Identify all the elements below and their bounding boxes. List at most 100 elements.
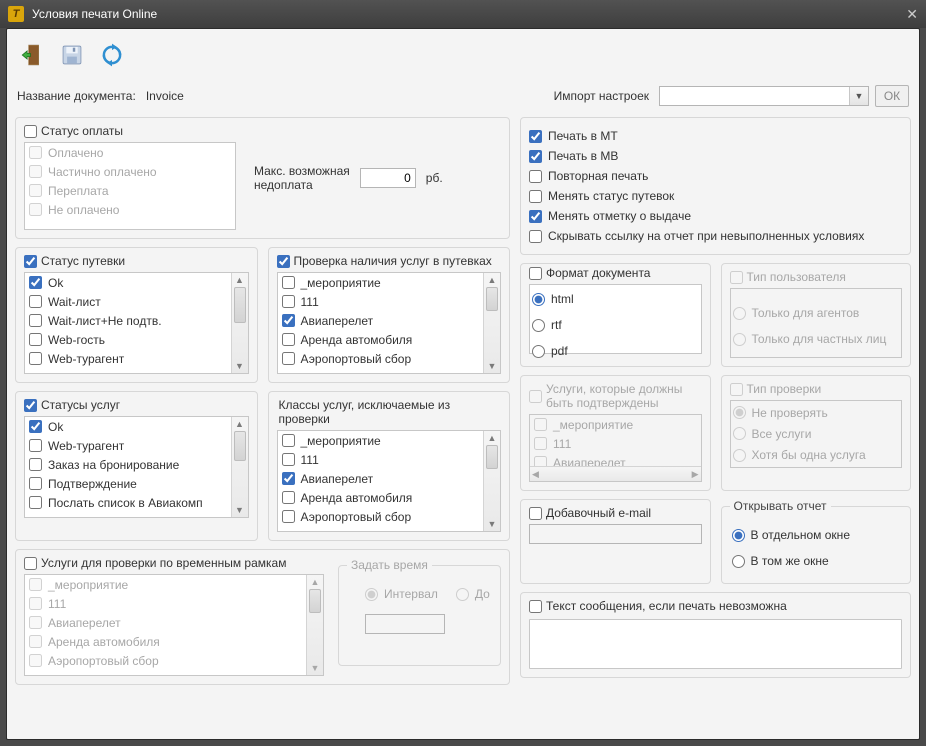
save-button[interactable] bbox=[57, 40, 87, 70]
list-item[interactable]: Web-турагент bbox=[25, 436, 231, 455]
scrollbar[interactable]: ▲ ▼ bbox=[231, 417, 248, 517]
service-check-toggle[interactable] bbox=[277, 255, 290, 268]
flag-checkbox[interactable] bbox=[529, 210, 542, 223]
voucher-status-toggle[interactable] bbox=[24, 255, 37, 268]
list-item-checkbox[interactable] bbox=[282, 276, 295, 289]
list-item[interactable]: Послать список в Авиакомп bbox=[25, 493, 231, 512]
list-item[interactable]: Ok bbox=[25, 417, 231, 436]
list-item[interactable]: 111 bbox=[278, 292, 484, 311]
list-item-label: Аренда автомобиля bbox=[48, 635, 160, 649]
radio[interactable] bbox=[532, 345, 545, 358]
list-item[interactable]: Ok bbox=[25, 273, 231, 292]
list-item: _мероприятие bbox=[25, 575, 306, 594]
scrollbar[interactable]: ▲ ▼ bbox=[483, 273, 500, 373]
list-item[interactable]: 111 bbox=[278, 450, 484, 469]
flag-row[interactable]: Скрывать ссылку на отчет при невыполненн… bbox=[529, 226, 902, 246]
radio[interactable] bbox=[732, 555, 745, 568]
flag-row[interactable]: Повторная печать bbox=[529, 166, 902, 186]
flag-row[interactable]: Менять отметку о выдаче bbox=[529, 206, 902, 226]
list-item-checkbox[interactable] bbox=[282, 434, 295, 447]
list-item-checkbox[interactable] bbox=[282, 314, 295, 327]
refresh-button[interactable] bbox=[97, 40, 127, 70]
import-settings-combo[interactable]: ▼ bbox=[659, 86, 869, 106]
list-item: _мероприятие bbox=[530, 415, 701, 434]
list-item[interactable]: Web-турагент bbox=[25, 349, 231, 368]
flag-checkbox[interactable] bbox=[529, 150, 542, 163]
list-item-checkbox[interactable] bbox=[29, 439, 42, 452]
scrollbar[interactable]: ▲ ▼ bbox=[306, 575, 323, 675]
chevron-down-icon: ▼ bbox=[849, 87, 868, 105]
list-item-checkbox[interactable] bbox=[29, 496, 42, 509]
service-statuses-toggle[interactable] bbox=[24, 399, 37, 412]
message-toggle[interactable] bbox=[529, 600, 542, 613]
flag-checkbox[interactable] bbox=[529, 190, 542, 203]
radio bbox=[733, 406, 746, 419]
exit-button[interactable] bbox=[17, 40, 47, 70]
flag-row[interactable]: Менять статус путевок bbox=[529, 186, 902, 206]
radio-option[interactable]: html bbox=[532, 289, 699, 309]
radio-option[interactable]: В том же окне bbox=[732, 551, 901, 571]
list-item-checkbox[interactable] bbox=[29, 333, 42, 346]
radio[interactable] bbox=[532, 319, 545, 332]
list-item-checkbox[interactable] bbox=[29, 477, 42, 490]
list-item-checkbox[interactable] bbox=[29, 276, 42, 289]
list-item[interactable]: Авиаперелет bbox=[278, 469, 484, 488]
doc-name-label: Название документа: bbox=[17, 89, 136, 103]
list-item-label: Аренда автомобиля bbox=[301, 333, 413, 347]
list-item[interactable]: Wait-лист bbox=[25, 292, 231, 311]
flag-checkbox[interactable] bbox=[529, 170, 542, 183]
client-area: Название документа: Invoice Импорт настр… bbox=[6, 28, 920, 740]
document-format-toggle[interactable] bbox=[529, 267, 542, 280]
service-statuses-list[interactable]: OkWeb-турагентЗаказ на бронированиеПодтв… bbox=[24, 416, 249, 518]
list-item-checkbox[interactable] bbox=[29, 458, 42, 471]
ok-button[interactable]: ОК bbox=[875, 85, 909, 107]
list-item-checkbox[interactable] bbox=[282, 491, 295, 504]
list-item: Аэропортовый сбор bbox=[25, 651, 306, 670]
voucher-status-list[interactable]: OkWait-листWait-лист+Не подтв.Web-гостьW… bbox=[24, 272, 249, 374]
flag-checkbox[interactable] bbox=[529, 230, 542, 243]
radio[interactable] bbox=[732, 529, 745, 542]
list-item-checkbox[interactable] bbox=[29, 352, 42, 365]
door-exit-icon bbox=[19, 42, 45, 68]
flag-row[interactable]: Печать в МВ bbox=[529, 146, 902, 166]
flag-checkbox[interactable] bbox=[529, 130, 542, 143]
max-underpay-label-1: Макс. возможная bbox=[254, 164, 350, 178]
radio-option[interactable]: В отдельном окне bbox=[732, 525, 901, 545]
service-classes-list[interactable]: _мероприятие111АвиаперелетАренда автомоб… bbox=[277, 430, 502, 532]
list-item-checkbox[interactable] bbox=[282, 453, 295, 466]
list-item-checkbox[interactable] bbox=[282, 295, 295, 308]
message-textarea[interactable] bbox=[529, 619, 902, 669]
service-check-list[interactable]: _мероприятие111Авиаперелет Аренда автомоб… bbox=[277, 272, 502, 374]
set-time-fieldset: Задать время Интервал До bbox=[338, 558, 501, 666]
list-item[interactable]: _мероприятие bbox=[278, 273, 484, 292]
max-underpay-input[interactable] bbox=[360, 168, 416, 188]
scrollbar[interactable]: ▲ ▼ bbox=[231, 273, 248, 373]
flag-row[interactable]: Печать в МТ bbox=[529, 126, 902, 146]
radio[interactable] bbox=[532, 293, 545, 306]
list-item[interactable]: Wait-лист+Не подтв. bbox=[25, 311, 231, 330]
list-item-checkbox[interactable] bbox=[282, 472, 295, 485]
list-item-checkbox[interactable] bbox=[282, 352, 295, 365]
list-item-checkbox[interactable] bbox=[282, 510, 295, 523]
list-item-checkbox[interactable] bbox=[29, 314, 42, 327]
list-item[interactable]: Аренда автомобиля bbox=[278, 488, 484, 507]
time-services-toggle[interactable] bbox=[24, 557, 37, 570]
radio-option[interactable]: rtf bbox=[532, 315, 699, 335]
scrollbar[interactable]: ▲ ▼ bbox=[483, 431, 500, 531]
list-item[interactable]: Заказ на бронирование bbox=[25, 455, 231, 474]
list-item[interactable]: Подтверждение bbox=[25, 474, 231, 493]
list-item[interactable]: _мероприятие bbox=[278, 431, 484, 450]
list-item[interactable]: Авиаперелет bbox=[278, 311, 484, 330]
list-item-checkbox[interactable] bbox=[282, 333, 295, 346]
list-item-checkbox[interactable] bbox=[29, 295, 42, 308]
close-icon[interactable]: ✕ bbox=[906, 6, 918, 23]
list-item[interactable]: Web-гость bbox=[25, 330, 231, 349]
hscrollbar[interactable]: ◀▶ bbox=[530, 466, 701, 481]
payment-status-toggle[interactable] bbox=[24, 125, 37, 138]
list-item-checkbox[interactable] bbox=[29, 420, 42, 433]
list-item[interactable]: Аэропортовый сбор bbox=[278, 507, 484, 526]
list-item[interactable]: Аренда автомобиля bbox=[278, 330, 484, 349]
extra-email-toggle[interactable] bbox=[529, 507, 542, 520]
radio-option[interactable]: pdf bbox=[532, 341, 699, 361]
list-item[interactable]: Аэропортовый сбор bbox=[278, 349, 484, 368]
